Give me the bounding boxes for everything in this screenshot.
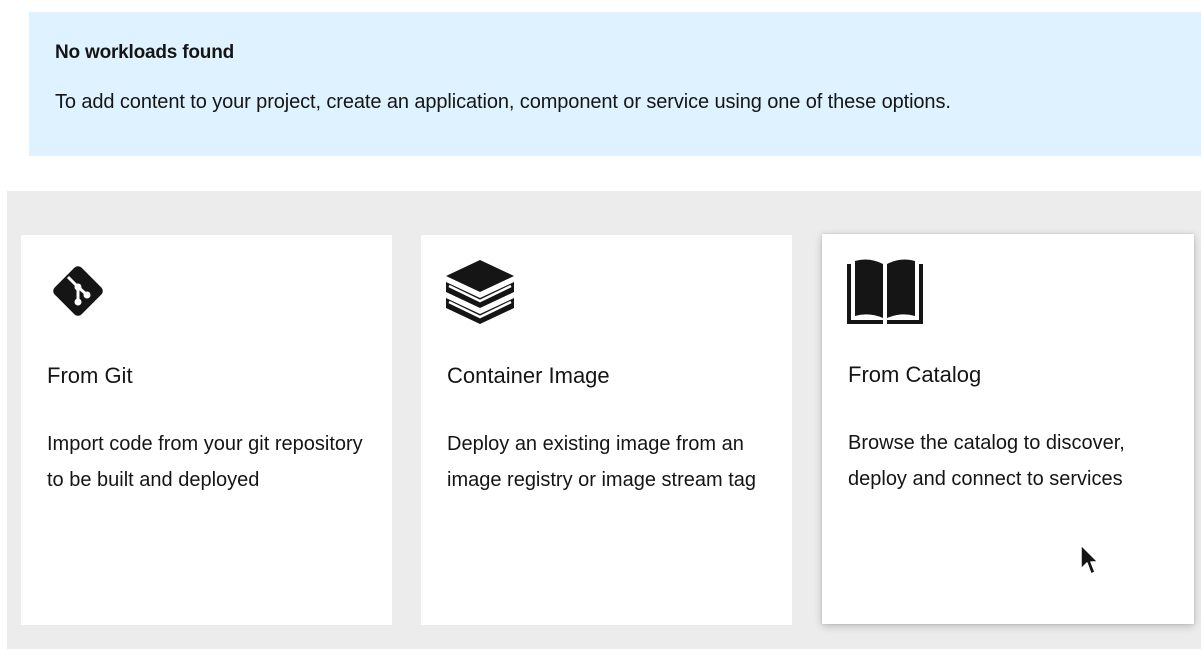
tile-title: From Git xyxy=(47,363,133,388)
alert-description: To add content to your project, create a… xyxy=(55,91,951,113)
from-catalog-tile[interactable]: From Catalog Browse the catalog to disco… xyxy=(822,234,1194,624)
empty-state-alert: No workloads found To add content to you… xyxy=(29,12,1201,156)
book-open-icon xyxy=(847,258,927,338)
tile-description: Browse the catalog to discover, deploy a… xyxy=(848,432,1125,490)
mouse-pointer-icon xyxy=(1079,543,1099,577)
layers-icon xyxy=(446,259,526,339)
git-icon xyxy=(46,259,126,339)
tile-title: Container Image xyxy=(447,363,610,388)
alert-title: No workloads found xyxy=(55,42,235,63)
from-git-tile[interactable]: From Git Import code from your git repos… xyxy=(21,235,392,625)
tile-description: Deploy an existing image from an image r… xyxy=(447,433,757,491)
tile-title: From Catalog xyxy=(848,362,982,387)
container-image-tile[interactable]: Container Image Deploy an existing image… xyxy=(421,235,792,625)
tile-description: Import code from your git repository to … xyxy=(47,433,363,491)
